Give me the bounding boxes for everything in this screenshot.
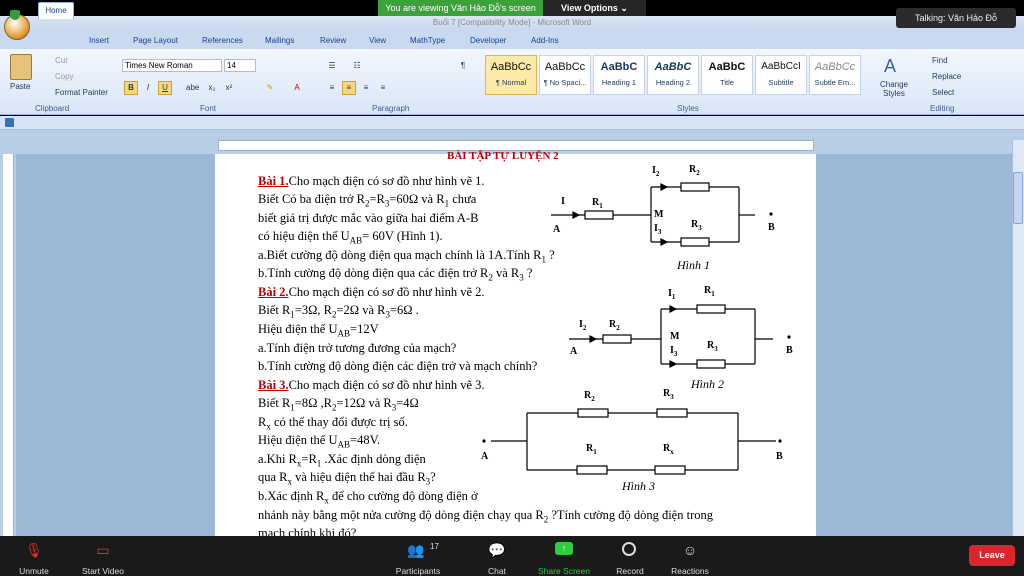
label-rx-fig3: Rx bbox=[663, 443, 674, 456]
circuit-hinh-3 bbox=[491, 408, 776, 475]
participant-count: 17 bbox=[430, 542, 439, 551]
label-r2-fig2: R2 bbox=[609, 319, 620, 332]
label-m-fig2: M bbox=[670, 331, 680, 342]
label-r3-fig3: R3 bbox=[663, 388, 674, 401]
caption-hinh-3: Hình 3 bbox=[622, 479, 655, 493]
reactions-icon[interactable]: ☺ bbox=[680, 542, 700, 558]
caption-hinh-1: Hình 1 bbox=[677, 258, 710, 272]
participants-icon[interactable]: 👥 bbox=[405, 542, 427, 559]
terminal-b-2 bbox=[787, 335, 791, 339]
label-b-fig3: B bbox=[776, 451, 783, 462]
circuit-diagrams bbox=[482, 182, 791, 475]
label-r2-fig1: R2 bbox=[689, 164, 700, 177]
share-screen-icon[interactable]: ↑ bbox=[555, 542, 573, 555]
terminal-b-1 bbox=[769, 212, 773, 216]
label-a-fig1: A bbox=[553, 224, 561, 235]
label-r3-fig1: R3 bbox=[691, 219, 702, 232]
label-r2-fig3: R2 bbox=[584, 390, 595, 403]
label-i2-fig1: I2 bbox=[652, 165, 660, 178]
label-a-fig3: A bbox=[481, 451, 489, 462]
caption-hinh-2: Hình 2 bbox=[691, 377, 724, 391]
label-i3-fig1: I3 bbox=[654, 223, 662, 236]
terminal-b-3 bbox=[778, 439, 782, 443]
label-r1-fig1: R1 bbox=[592, 197, 603, 210]
circuit-hinh-1 bbox=[551, 182, 755, 247]
label-b-fig1: B bbox=[768, 222, 775, 233]
label-r1-fig2: R1 bbox=[704, 285, 715, 298]
label-m-fig1: M bbox=[654, 209, 664, 220]
start-video-button[interactable]: Start Video bbox=[78, 566, 128, 576]
chat-button[interactable]: Chat bbox=[482, 566, 512, 576]
label-r3-fig2: R3 bbox=[707, 340, 718, 353]
video-off-icon[interactable]: ▭ bbox=[93, 542, 113, 559]
leave-button[interactable]: Leave bbox=[969, 545, 1015, 566]
share-screen-button[interactable]: Share Screen bbox=[534, 566, 594, 576]
chat-icon[interactable]: 💬 bbox=[487, 542, 507, 559]
participants-button[interactable]: Participants bbox=[393, 566, 443, 576]
label-i2-fig2: I2 bbox=[579, 319, 587, 332]
label-r1-fig3: R1 bbox=[586, 443, 597, 456]
label-a-fig2: A bbox=[570, 346, 578, 357]
microphone-muted-icon[interactable]: 🎙 bbox=[24, 542, 44, 559]
record-icon[interactable] bbox=[622, 542, 636, 556]
reactions-button[interactable]: Reactions bbox=[668, 566, 712, 576]
label-current-i: I bbox=[561, 196, 565, 207]
label-i1-fig2: I1 bbox=[668, 288, 676, 301]
terminal-a-3 bbox=[482, 439, 486, 443]
label-b-fig2: B bbox=[786, 345, 793, 356]
unmute-button[interactable]: Unmute bbox=[14, 566, 54, 576]
record-button[interactable]: Record bbox=[612, 566, 648, 576]
label-i3-fig2: I3 bbox=[670, 345, 678, 358]
zoom-meeting-controls bbox=[0, 536, 1024, 576]
